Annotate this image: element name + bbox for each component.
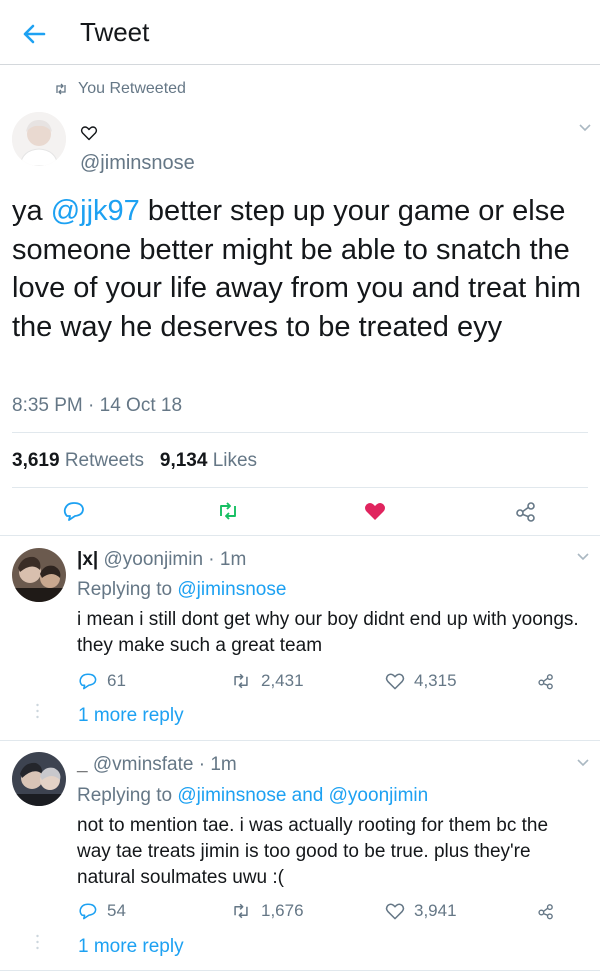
replying-to: Replying to @jiminsnose	[77, 579, 287, 600]
retweet-small-icon	[56, 83, 66, 95]
like-button[interactable]: 3,941	[384, 900, 457, 922]
reply-text: i mean i still dont get why our boy didn…	[77, 609, 579, 656]
reply-display-name[interactable]: |x|	[77, 549, 98, 570]
thread-dots	[36, 703, 39, 719]
avatar[interactable]	[12, 112, 66, 166]
heart-outline-icon	[385, 673, 405, 690]
replying-to-link[interactable]: @jiminsnose	[177, 579, 286, 600]
reply-icon[interactable]	[61, 498, 87, 524]
like-count: 4,315	[414, 671, 457, 690]
likes-count[interactable]: 9,134	[160, 450, 208, 471]
reply-count: 61	[107, 671, 126, 690]
retweet-icon[interactable]	[215, 498, 241, 524]
divider	[0, 535, 600, 536]
reply-icon	[79, 673, 97, 690]
divider	[0, 740, 600, 741]
reply-avatar[interactable]	[12, 548, 66, 602]
divider	[12, 487, 588, 488]
divider	[0, 970, 600, 971]
retweets-label[interactable]: Retweets	[65, 450, 144, 471]
handle[interactable]: @jiminsnose	[80, 152, 195, 175]
replying-to: Replying to @jiminsnose and @yoonjimin	[77, 785, 429, 806]
reply-handle-time[interactable]: @yoonjimin · 1m	[98, 549, 246, 570]
retweet-icon	[234, 903, 248, 919]
like-icon[interactable]	[362, 498, 388, 524]
tweet-timestamp: 8:35 PM · 14 Oct 18	[12, 395, 183, 416]
heart-outline-icon	[80, 126, 98, 141]
retweet-button[interactable]: 1,676	[229, 900, 304, 922]
tweet-text: ya @jjk97 better step up your game or el…	[12, 195, 581, 343]
thread-dots	[36, 934, 39, 950]
top-bar: Tweet	[0, 0, 600, 65]
avatar-image	[12, 112, 66, 166]
reply-button[interactable]: 54	[77, 900, 126, 922]
retweet-count: 2,431	[261, 671, 304, 690]
reply-handle-time[interactable]: @vminsfate · 1m	[88, 754, 237, 775]
retweet-context: You Retweeted	[54, 78, 186, 100]
share-icon[interactable]	[536, 671, 556, 691]
display-name: ♡	[80, 124, 98, 147]
mention-link[interactable]: @jjk97	[51, 195, 140, 227]
likes-label[interactable]: Likes	[213, 450, 257, 471]
retweet-context-label: You Retweeted	[78, 80, 186, 97]
chevron-down-icon[interactable]	[576, 551, 590, 561]
share-icon[interactable]	[536, 901, 556, 921]
retweets-count[interactable]: 3,619	[12, 450, 60, 471]
retweet-button[interactable]: 2,431	[229, 670, 304, 692]
reply-icon	[79, 903, 97, 920]
chevron-down-icon[interactable]	[576, 757, 590, 767]
heart-outline-icon	[385, 903, 405, 920]
more-replies-link[interactable]: 1 more reply	[78, 936, 184, 958]
reply-header: |x| @yoonjimin · 1m	[77, 549, 246, 571]
retweet-count: 1,676	[261, 901, 304, 920]
arrow-left-icon[interactable]	[20, 20, 48, 48]
like-count: 3,941	[414, 901, 457, 920]
reply-avatar[interactable]	[12, 752, 66, 806]
reply-display-name[interactable]: _	[77, 754, 88, 775]
avatar-image	[12, 752, 66, 806]
reply-text: not to mention tae. i was actually rooti…	[77, 815, 549, 888]
share-icon[interactable]	[513, 498, 539, 524]
divider	[12, 432, 588, 433]
page-title: Tweet	[80, 17, 150, 47]
reply-button[interactable]: 61	[77, 670, 126, 692]
more-replies-link[interactable]: 1 more reply	[78, 705, 184, 727]
like-button[interactable]: 4,315	[384, 670, 457, 692]
retweet-icon	[234, 673, 248, 689]
engagement-stats: 3,619 Retweets 9,134 Likes	[12, 450, 257, 472]
reply-header: _ @vminsfate · 1m	[77, 754, 237, 776]
avatar-image	[12, 548, 66, 602]
chevron-down-icon[interactable]	[578, 122, 592, 132]
replying-to-link[interactable]: @jiminsnose and @yoonjimin	[177, 785, 428, 806]
reply-count: 54	[107, 901, 126, 920]
